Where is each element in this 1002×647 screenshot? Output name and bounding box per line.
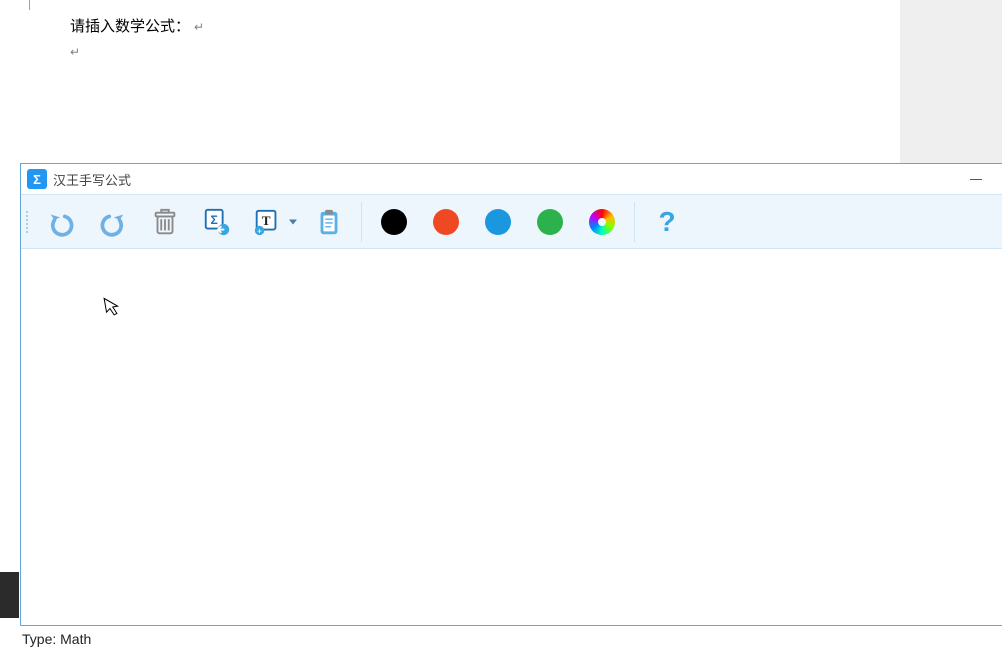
color-picker-button[interactable] xyxy=(578,199,626,245)
color-black-button[interactable] xyxy=(370,199,418,245)
window-minimize-button[interactable] xyxy=(956,165,996,193)
black-circle-icon xyxy=(381,209,407,235)
formula-sigma-icon: Σ xyxy=(202,207,232,237)
svg-text:T: T xyxy=(262,212,271,227)
delete-button[interactable] xyxy=(141,199,189,245)
mouse-cursor-icon xyxy=(103,295,123,322)
help-button[interactable]: ? xyxy=(643,199,691,245)
text-box-icon: T + xyxy=(252,207,282,237)
app-sigma-icon: Σ xyxy=(27,169,47,189)
paragraph-mark-icon: ↵ xyxy=(70,42,204,62)
undo-button[interactable] xyxy=(37,199,85,245)
chevron-down-icon xyxy=(289,219,297,224)
toolbar: Σ T + xyxy=(21,194,1002,249)
color-wheel-icon xyxy=(589,209,615,235)
prompt-line: 请插入数学公式： xyxy=(70,18,190,35)
paragraph-mark-icon: ↵ xyxy=(190,20,204,34)
window-title: 汉王手写公式 xyxy=(53,170,131,189)
status-type-label: Type: Math xyxy=(22,631,91,647)
trash-icon xyxy=(150,207,180,237)
toolbar-grip-icon xyxy=(23,202,31,242)
clipboard-button[interactable] xyxy=(305,199,353,245)
color-blue-button[interactable] xyxy=(474,199,522,245)
svg-text:Σ: Σ xyxy=(211,212,218,226)
help-icon: ? xyxy=(658,206,675,238)
redo-button[interactable] xyxy=(89,199,137,245)
green-circle-icon xyxy=(537,209,563,235)
status-dark-edge xyxy=(0,572,19,618)
redo-icon xyxy=(98,207,128,237)
blue-circle-icon xyxy=(485,209,511,235)
document-text: 请插入数学公式：↵ ↵ xyxy=(70,14,204,62)
undo-icon xyxy=(46,207,76,237)
insert-text-button[interactable]: T + xyxy=(245,199,301,245)
svg-text:+: + xyxy=(257,226,262,235)
handwriting-canvas[interactable] xyxy=(21,249,1002,625)
toolbar-separator xyxy=(634,202,635,242)
color-green-button[interactable] xyxy=(526,199,574,245)
document-margin-shade xyxy=(882,0,1002,165)
toolbar-separator xyxy=(361,202,362,242)
insert-formula-button[interactable]: Σ xyxy=(193,199,241,245)
formula-window: Σ 汉王手写公式 xyxy=(20,163,1002,626)
titlebar[interactable]: Σ 汉王手写公式 xyxy=(21,164,1002,194)
color-red-button[interactable] xyxy=(422,199,470,245)
clipboard-icon xyxy=(314,207,344,237)
red-circle-icon xyxy=(433,209,459,235)
